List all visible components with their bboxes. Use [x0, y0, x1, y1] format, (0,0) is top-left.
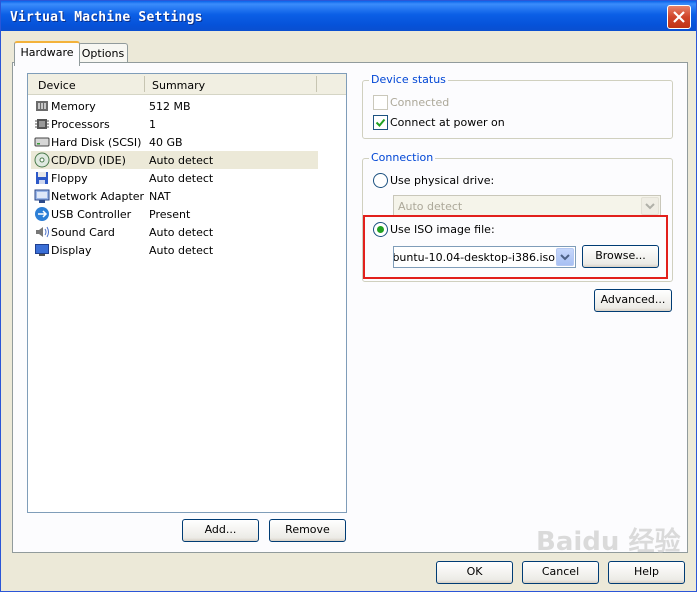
ok-button[interactable]: OK — [436, 561, 513, 584]
device-name: Display — [51, 244, 92, 257]
use-physical-drive-radio[interactable] — [373, 173, 388, 188]
display-icon — [35, 244, 49, 256]
connected-checkbox[interactable] — [373, 95, 388, 110]
device-summary: Auto detect — [149, 244, 214, 257]
floppy-icon — [36, 172, 48, 184]
memory-icon — [36, 101, 48, 111]
tab-hardware[interactable]: Hardware — [14, 41, 80, 66]
window-title: Virtual Machine Settings — [10, 10, 203, 25]
close-button[interactable] — [667, 5, 691, 29]
device-list[interactable]: Device Summary Memory 512 MB Processors … — [27, 73, 347, 513]
column-header-device[interactable]: Device — [38, 79, 76, 92]
dialog-window: Virtual Machine Settings Options Hardwar… — [0, 0, 697, 592]
processor-icon — [35, 119, 49, 129]
device-name: Floppy — [51, 172, 88, 185]
column-divider[interactable] — [316, 76, 317, 92]
device-row-processors[interactable]: Processors 1 — [31, 115, 318, 133]
device-row-usb-controller[interactable]: USB Controller Present — [31, 205, 318, 223]
checkmark-icon — [375, 118, 386, 127]
device-summary: 40 GB — [149, 136, 183, 149]
device-name: Memory — [51, 100, 96, 113]
physical-drive-value: Auto detect — [398, 200, 463, 213]
tab-hardware-label: Hardware — [20, 46, 74, 59]
usb-icon — [35, 207, 49, 221]
physical-drive-select[interactable]: Auto detect — [393, 195, 661, 217]
column-divider[interactable] — [144, 76, 145, 92]
device-row-memory[interactable]: Memory 512 MB — [31, 97, 318, 115]
tab-options-label: Options — [81, 47, 125, 60]
add-button[interactable]: Add... — [182, 519, 259, 542]
device-summary: Auto detect — [149, 172, 214, 185]
device-row-network-adapter[interactable]: Network Adapter NAT — [31, 187, 318, 205]
device-row-floppy[interactable]: Floppy Auto detect — [31, 169, 318, 187]
device-status-group: Device status — [362, 73, 673, 139]
cancel-button[interactable]: Cancel — [522, 561, 599, 584]
cd-dvd-icon — [34, 152, 50, 168]
device-summary: Present — [149, 208, 191, 221]
connect-at-power-on-label: Connect at power on — [390, 116, 505, 129]
connect-at-power-on-checkbox[interactable] — [373, 115, 388, 130]
device-summary: 1 — [149, 118, 156, 131]
use-physical-drive-label: Use physical drive: — [390, 174, 495, 187]
baidu-watermark: Baidu 经验 — [536, 527, 681, 557]
device-summary: NAT — [149, 190, 171, 203]
advanced-button[interactable]: Advanced... — [594, 289, 672, 312]
sound-card-icon — [36, 226, 49, 238]
device-status-legend: Device status — [369, 73, 448, 86]
connection-legend: Connection — [369, 151, 436, 164]
column-header-summary[interactable]: Summary — [152, 79, 205, 92]
device-summary: Auto detect — [149, 154, 214, 167]
help-button[interactable]: Help — [608, 561, 685, 584]
device-row-hard-disk[interactable]: Hard Disk (SCSI) 40 GB — [31, 133, 318, 151]
device-summary: Auto detect — [149, 226, 214, 239]
title-bar[interactable]: Virtual Machine Settings — [1, 1, 696, 31]
annotation-highlight-box — [363, 215, 668, 279]
device-row-cd-dvd[interactable]: CD/DVD (IDE) Auto detect — [31, 151, 318, 169]
device-name: Network Adapter — [51, 190, 145, 203]
network-adapter-icon — [34, 189, 50, 203]
chevron-down-icon[interactable] — [641, 197, 659, 215]
device-name: Sound Card — [51, 226, 115, 239]
device-name: Processors — [51, 118, 110, 131]
device-name: Hard Disk (SCSI) — [51, 136, 142, 149]
connected-label: Connected — [390, 96, 450, 109]
device-name: CD/DVD (IDE) — [51, 154, 126, 167]
close-icon — [673, 11, 685, 23]
tab-options[interactable]: Options — [78, 43, 128, 63]
device-name: USB Controller — [51, 208, 132, 221]
remove-button[interactable]: Remove — [269, 519, 346, 542]
device-row-display[interactable]: Display Auto detect — [31, 241, 318, 259]
device-row-sound-card[interactable]: Sound Card Auto detect — [31, 223, 318, 241]
hard-disk-icon — [34, 137, 50, 147]
device-summary: 512 MB — [149, 100, 191, 113]
device-list-header: Device Summary — [28, 74, 346, 95]
